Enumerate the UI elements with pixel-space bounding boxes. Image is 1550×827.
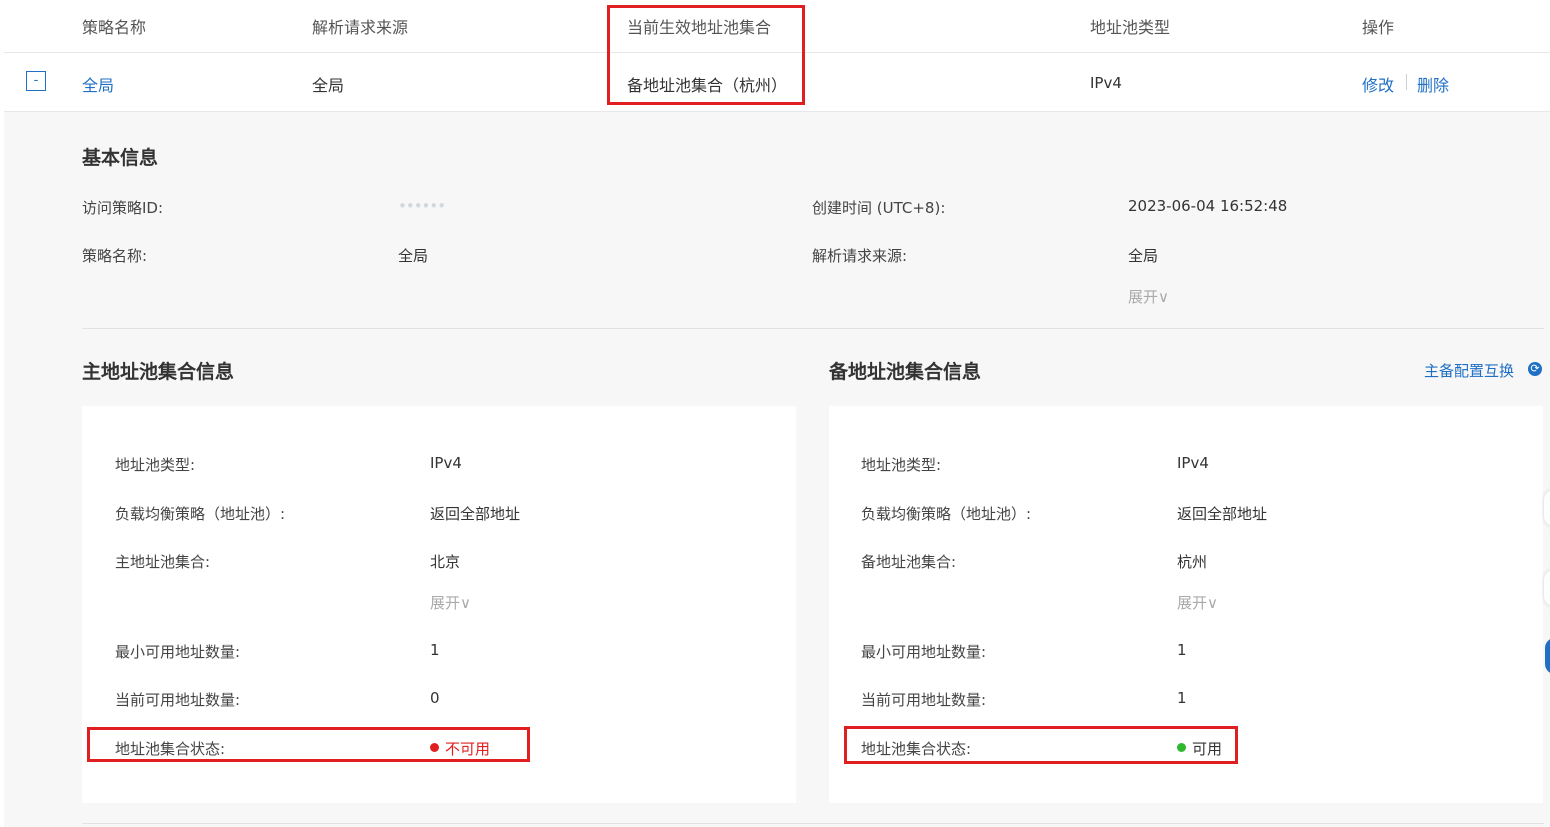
policy-name-value: 全局: [398, 247, 429, 265]
primary-current-label: 当前可用地址数量:: [115, 691, 241, 709]
backup-status-value: 可用: [1192, 740, 1223, 758]
backup-min-value: 1: [1177, 641, 1187, 659]
backup-current-label: 当前可用地址数量:: [861, 691, 987, 709]
row-active-pool-set: 备地址池集合（杭州）: [627, 76, 788, 95]
primary-type-label: 地址池类型:: [115, 456, 196, 474]
primary-min-label: 最小可用地址数量:: [115, 643, 241, 661]
collapse-toggle-button[interactable]: -: [26, 71, 46, 91]
swap-refresh-icon[interactable]: ⟳: [1528, 362, 1542, 376]
floating-help-button[interactable]: [1545, 638, 1550, 674]
header-active-pool-set: 当前生效地址池集合: [627, 18, 772, 37]
backup-expand-toggle[interactable]: 展开∨: [1177, 592, 1218, 613]
backup-min-label: 最小可用地址数量:: [861, 643, 987, 661]
backup-type-label: 地址池类型:: [861, 456, 942, 474]
primary-set-label: 主地址池集合:: [115, 553, 211, 571]
primary-min-value: 1: [430, 641, 440, 659]
section-divider: [82, 328, 1544, 329]
primary-status-label: 地址池集合状态:: [115, 740, 226, 758]
swap-config-link[interactable]: 主备配置互换: [1424, 360, 1514, 381]
expand-source-toggle[interactable]: 展开∨: [1128, 286, 1169, 307]
backup-set-value: 杭州: [1177, 553, 1208, 571]
header-policy-name: 策略名称: [82, 18, 147, 37]
policy-name-label: 策略名称:: [82, 247, 148, 265]
created-time-value: 2023-06-04 16:52:48: [1128, 197, 1288, 215]
header-actions: 操作: [1362, 18, 1395, 37]
primary-lb-label: 负载均衡策略（地址池）:: [115, 505, 286, 523]
floating-tool-button[interactable]: [1544, 490, 1550, 526]
basic-info-title: 基本信息: [82, 147, 159, 169]
row-request-source: 全局: [312, 76, 345, 95]
backup-current-value: 1: [1177, 689, 1187, 707]
table-header: [4, 0, 1550, 53]
status-dot-unavailable-icon: [430, 743, 439, 752]
primary-expand-toggle[interactable]: 展开∨: [430, 592, 471, 613]
primary-type-value: IPv4: [430, 454, 462, 472]
backup-set-label: 备地址池集合:: [861, 553, 957, 571]
backup-status-label: 地址池集合状态:: [861, 740, 972, 758]
primary-set-value: 北京: [430, 553, 461, 571]
row-pool-type: IPv4: [1090, 74, 1122, 92]
backup-lb-label: 负载均衡策略（地址池）:: [861, 505, 1032, 523]
header-pool-type: 地址池类型: [1090, 18, 1171, 37]
status-dot-available-icon: [1177, 743, 1186, 752]
bottom-divider: [82, 823, 1544, 824]
primary-current-value: 0: [430, 689, 440, 707]
created-time-label: 创建时间 (UTC+8):: [812, 199, 946, 217]
backup-type-value: IPv4: [1177, 454, 1209, 472]
request-source-value: 全局: [1128, 247, 1159, 265]
primary-status-value: 不可用: [445, 740, 491, 758]
primary-lb-value: 返回全部地址: [430, 505, 521, 523]
delete-link[interactable]: 删除: [1417, 72, 1449, 96]
backup-pool-title: 备地址池集合信息: [829, 361, 982, 383]
request-source-label: 解析请求来源:: [812, 247, 908, 265]
policy-id-value: ••••••: [398, 197, 446, 215]
primary-pool-title: 主地址池集合信息: [82, 361, 235, 383]
policy-id-label: 访问策略ID:: [82, 199, 164, 217]
edit-link[interactable]: 修改: [1362, 72, 1394, 96]
action-divider: [1406, 74, 1407, 90]
policy-name-link[interactable]: 全局: [82, 72, 114, 96]
backup-lb-value: 返回全部地址: [1177, 505, 1268, 523]
floating-tool-button-2[interactable]: [1544, 570, 1550, 606]
header-request-source: 解析请求来源: [312, 18, 409, 37]
